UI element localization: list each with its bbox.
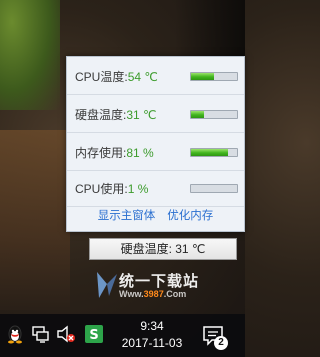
monitor-row-cpu-temp: CPU温度:54 ℃ — [67, 59, 244, 95]
qq-penguin-icon[interactable] — [5, 324, 25, 344]
optimize-memory-link[interactable]: 优化内存 — [167, 207, 213, 229]
monitor-links: 显示主窗体 优化内存 — [67, 207, 244, 229]
cpu-temp-bar-fill — [191, 73, 214, 80]
show-main-window-link[interactable]: 显示主窗体 — [98, 207, 156, 229]
watermark-url: Www.3987.Com — [119, 289, 186, 299]
cpu-usage-name: CPU使用 — [75, 182, 125, 196]
watermark-logo-icon — [97, 272, 117, 298]
memory-label: 内存使用:81 % — [75, 144, 154, 161]
floating-disk-temp-label[interactable]: 硬盘温度: 31 ℃ — [89, 238, 237, 260]
cpu-usage-value: 1 % — [127, 182, 149, 196]
cpu-temp-value: 54 ℃ — [127, 70, 158, 84]
notification-count-badge: 2 — [214, 336, 228, 350]
network-icon[interactable] — [31, 324, 51, 344]
taskbar-clock[interactable]: 9:34 2017-11-03 — [112, 318, 192, 352]
clock-time: 9:34 — [140, 319, 164, 333]
memory-name: 内存使用 — [75, 146, 124, 160]
system-monitor-panel: CPU温度:54 ℃ 硬盘温度:31 ℃ 内存使用:81 % CPU使用:1 %… — [66, 56, 245, 232]
taskbar: S 9:34 2017-11-03 2 — [0, 314, 245, 357]
cpu-usage-label: CPU使用:1 % — [75, 180, 148, 197]
memory-value: 81 % — [126, 146, 154, 160]
watermark-url-prefix: Www. — [119, 289, 144, 299]
action-center-button[interactable]: 2 — [200, 322, 228, 350]
memory-bar-fill — [191, 149, 229, 156]
disk-temp-bar — [190, 110, 238, 119]
cpu-temp-label: CPU温度:54 ℃ — [75, 68, 158, 85]
cpu-usage-bar — [190, 184, 238, 193]
watermark-url-highlight: 3987 — [143, 289, 164, 299]
monitor-row-disk-temp: 硬盘温度:31 ℃ — [67, 97, 244, 133]
disk-temp-bar-fill — [191, 111, 204, 118]
cpu-temp-bar — [190, 72, 238, 81]
monitor-row-memory: 内存使用:81 % — [67, 135, 244, 171]
watermark-title: 统一下载站 — [119, 273, 200, 290]
site-watermark: 统一下载站 Www.3987.Com — [95, 268, 225, 304]
memory-bar — [190, 148, 238, 157]
wallpaper-shadow — [175, 0, 245, 60]
wallpaper-wood — [0, 130, 70, 310]
disk-temp-name: 硬盘温度 — [75, 108, 124, 122]
watermark-url-suffix: .Com — [163, 289, 187, 299]
svg-text:S: S — [89, 328, 98, 343]
disk-temp-label: 硬盘温度:31 ℃ — [75, 106, 157, 123]
volume-muted-icon[interactable] — [56, 324, 76, 344]
clock-date: 2017-11-03 — [121, 336, 183, 350]
monitor-row-cpu-usage: CPU使用:1 % — [67, 171, 244, 207]
disk-temp-value: 31 ℃ — [126, 108, 157, 122]
app-s-icon[interactable]: S — [84, 324, 104, 344]
cpu-temp-name: CPU温度 — [75, 70, 125, 84]
wallpaper-foliage — [0, 0, 60, 110]
